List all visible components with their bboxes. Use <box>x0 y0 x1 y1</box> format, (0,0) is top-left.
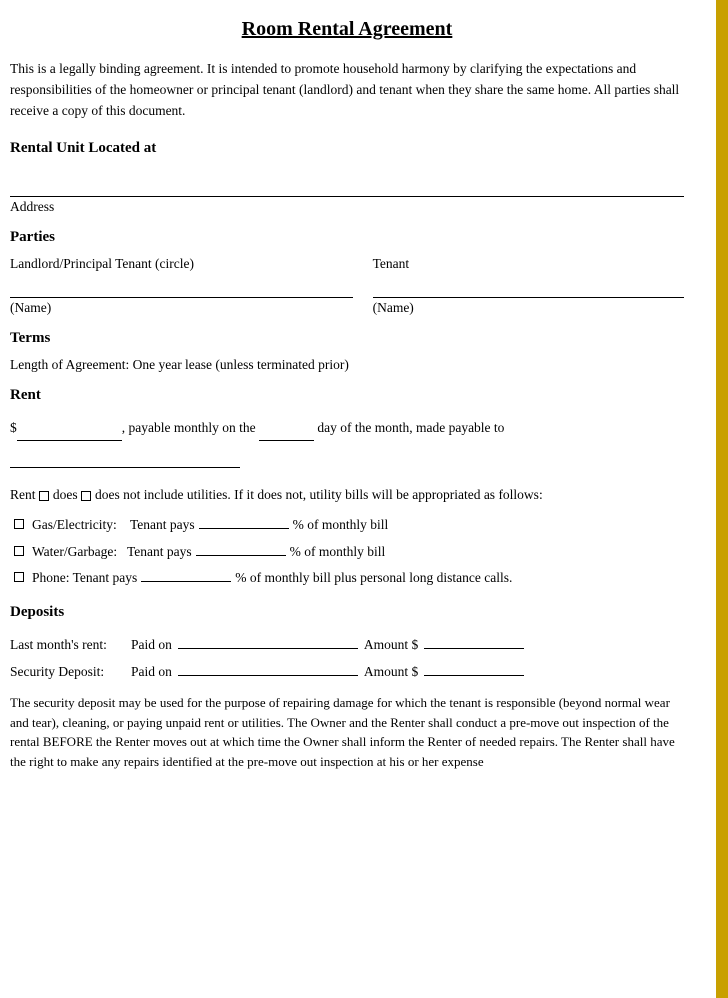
amount-field-1[interactable] <box>424 633 524 649</box>
utilities-text-block: Rent does does not include utilities. If… <box>10 484 684 506</box>
gas-suffix: % of monthly bill <box>293 513 389 537</box>
utility-phone-row: Phone: Tenant pays % of monthly bill plu… <box>14 566 684 590</box>
does-not-checkbox[interactable] <box>81 491 91 501</box>
rent-inline-block: $ , payable monthly on the day of the mon… <box>10 414 684 468</box>
tenant-label: Tenant <box>373 256 410 271</box>
parties-heading: Parties <box>10 229 684 246</box>
deposits-heading: Deposits <box>10 604 684 621</box>
rent-section: Rent $ , payable monthly on the day of th… <box>10 387 684 590</box>
phone-percent-field[interactable] <box>141 566 231 582</box>
intro-paragraph: This is a legally binding agreement. It … <box>10 59 684 122</box>
water-suffix: % of monthly bill <box>290 540 386 564</box>
document-page: Room Rental Agreement This is a legally … <box>0 0 728 998</box>
water-checkbox[interactable] <box>14 546 24 556</box>
utility-water-row: Water/Garbage: Tenant pays % of monthly … <box>14 540 684 564</box>
day-of-month-text: day of the month, made payable to <box>314 420 504 435</box>
rental-unit-section: Rental Unit Located at Address <box>10 140 684 215</box>
rent-payable-to-field[interactable] <box>10 452 240 468</box>
utility-gas-row: Gas/Electricity: Tenant pays % of monthl… <box>14 513 684 537</box>
payable-monthly-text: , payable monthly on the <box>122 420 259 435</box>
landlord-label: Landlord/Principal Tenant (circle) <box>10 256 194 271</box>
security-deposit-text: The security deposit may be used for the… <box>10 693 684 771</box>
water-percent-field[interactable] <box>196 540 286 556</box>
gas-label: Gas/Electricity: Tenant pays <box>32 513 195 537</box>
last-months-rent-label: Last month's rent: <box>10 631 125 658</box>
security-deposit-row: Security Deposit: Paid on Amount $ <box>10 658 684 685</box>
paid-on-field-1[interactable] <box>178 633 358 649</box>
deposits-section: Deposits Last month's rent: Paid on Amou… <box>10 604 684 771</box>
amount-field-2[interactable] <box>424 660 524 676</box>
document-title: Room Rental Agreement <box>10 18 684 41</box>
amount-label-2: Amount $ <box>364 658 418 685</box>
landlord-name-field[interactable] <box>10 278 353 298</box>
parties-section: Parties Landlord/Principal Tenant (circl… <box>10 229 684 316</box>
landlord-name-label: (Name) <box>10 300 353 316</box>
paid-on-field-2[interactable] <box>178 660 358 676</box>
rent-heading: Rent <box>10 387 684 404</box>
address-label: Address <box>10 199 684 215</box>
rental-unit-heading: Rental Unit Located at <box>10 140 684 157</box>
tenant-name-col: (Name) <box>373 278 684 316</box>
phone-suffix: % of monthly bill plus personal long dis… <box>235 566 512 590</box>
terms-text: Length of Agreement: One year lease (unl… <box>10 357 684 373</box>
amount-label-1: Amount $ <box>364 631 418 658</box>
last-months-rent-row: Last month's rent: Paid on Amount $ <box>10 631 684 658</box>
landlord-name-col: (Name) <box>10 278 353 316</box>
address-field-line[interactable] <box>10 175 684 197</box>
dollar-sign: $ <box>10 420 17 435</box>
does-not-text: does not include utilities. If it does n… <box>95 487 543 502</box>
does-checkbox[interactable] <box>39 491 49 501</box>
tenant-col-label: Tenant <box>373 256 684 272</box>
name-lines-row: (Name) (Name) <box>10 278 684 316</box>
utility-list: Gas/Electricity: Tenant pays % of monthl… <box>14 513 684 590</box>
phone-checkbox[interactable] <box>14 572 24 582</box>
water-label: Water/Garbage: Tenant pays <box>32 540 192 564</box>
right-border-decoration <box>716 0 728 998</box>
landlord-col-label: Landlord/Principal Tenant (circle) <box>10 256 353 272</box>
paid-on-label-1: Paid on <box>131 631 172 658</box>
terms-section: Terms Length of Agreement: One year leas… <box>10 330 684 373</box>
security-deposit-label: Security Deposit: <box>10 658 125 685</box>
paid-on-label-2: Paid on <box>131 658 172 685</box>
rent-amount-field[interactable] <box>17 425 122 441</box>
tenant-name-field[interactable] <box>373 278 684 298</box>
terms-heading: Terms <box>10 330 684 347</box>
phone-label: Phone: Tenant pays <box>32 566 137 590</box>
gas-checkbox[interactable] <box>14 519 24 529</box>
deposits-rows: Last month's rent: Paid on Amount $ Secu… <box>10 631 684 685</box>
rent-does-text: Rent <box>10 487 39 502</box>
rent-day-field[interactable] <box>259 425 314 441</box>
parties-labels-row: Landlord/Principal Tenant (circle) Tenan… <box>10 256 684 272</box>
tenant-name-label: (Name) <box>373 300 684 316</box>
gas-percent-field[interactable] <box>199 513 289 529</box>
does-text: does <box>53 487 81 502</box>
